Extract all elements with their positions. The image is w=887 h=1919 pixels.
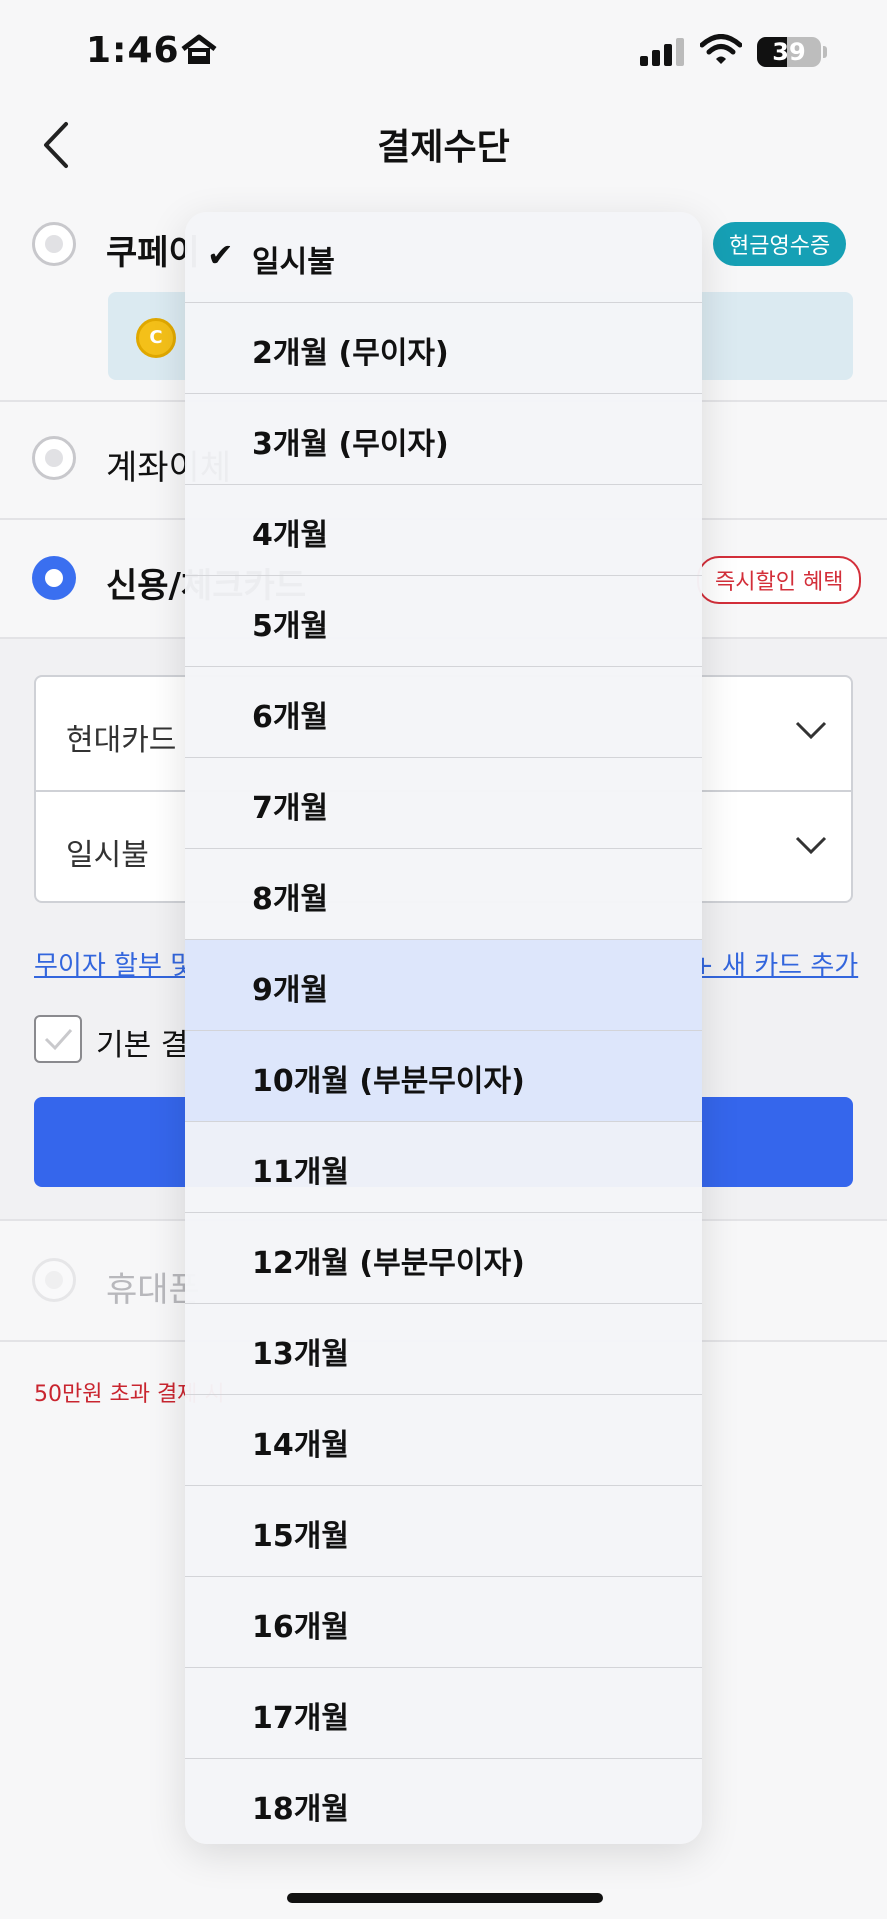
installment-option-label: 18개월	[252, 1792, 349, 1827]
radio-phone[interactable]	[32, 1258, 76, 1302]
installment-option[interactable]: 5개월	[185, 576, 702, 667]
installment-option-label: 6개월	[252, 700, 329, 735]
installment-option-label: 7개월	[252, 791, 329, 826]
installment-dropdown-menu: ✔ 일시불 2개월 (무이자) 3개월 (무이자) 4개월 5개월 6개월 7개월 8개월 9개월…	[185, 212, 702, 1844]
installment-option[interactable]: 9개월	[185, 940, 702, 1031]
installment-option-label: 5개월	[252, 609, 329, 644]
installment-option[interactable]: 14개월	[185, 1395, 702, 1486]
installment-option[interactable]: 16개월	[185, 1577, 702, 1668]
installment-option[interactable]: 6개월	[185, 667, 702, 758]
installment-value: 일시불	[66, 838, 149, 873]
default-payment-checkbox[interactable]	[34, 1015, 82, 1063]
coupay-coin-icon: C	[136, 318, 176, 358]
radio-coupay[interactable]	[32, 222, 76, 266]
chevron-down-icon	[795, 836, 827, 855]
card-company-value: 현대카드	[66, 723, 177, 758]
installment-option-label: 11개월	[252, 1155, 349, 1190]
home-indicator	[287, 1893, 603, 1903]
radio-account[interactable]	[32, 436, 76, 480]
status-bar: 1:46 39	[0, 0, 887, 100]
installment-option[interactable]: 18개월	[185, 1759, 702, 1844]
battery-level: 39	[772, 38, 806, 66]
installment-option[interactable]: 15개월	[185, 1486, 702, 1577]
installment-option-label: 9개월	[252, 973, 329, 1008]
installment-option[interactable]: 3개월 (무이자)	[185, 394, 702, 485]
radio-card[interactable]	[32, 556, 76, 600]
checkmark-icon: ✔	[207, 236, 234, 274]
signal-icon	[640, 38, 684, 66]
installment-option[interactable]: 10개월 (부분무이자)	[185, 1031, 702, 1122]
installment-option-label: 17개월	[252, 1701, 349, 1736]
clock: 1:46	[86, 30, 180, 71]
installment-option[interactable]: 13개월	[185, 1304, 702, 1395]
installment-option-label: 8개월	[252, 882, 329, 917]
installment-option[interactable]: 8개월	[185, 849, 702, 940]
add-card-link[interactable]: + 새 카드 추가	[692, 945, 858, 982]
installment-option-label: 3개월 (무이자)	[252, 427, 449, 462]
wifi-icon	[700, 34, 742, 64]
interest-free-link[interactable]: 무이자 할부 및	[34, 945, 194, 982]
installment-option-label: 12개월 (부분무이자)	[252, 1246, 525, 1281]
installment-option-label: 13개월	[252, 1337, 349, 1372]
battery-icon: 39	[757, 37, 821, 67]
installment-option[interactable]: 4개월	[185, 485, 702, 576]
home-icon	[181, 34, 217, 64]
installment-option-label: 14개월	[252, 1428, 349, 1463]
installment-option[interactable]: 12개월 (부분무이자)	[185, 1213, 702, 1304]
installment-option-label: 일시불	[252, 245, 335, 280]
installment-option[interactable]: 17개월	[185, 1668, 702, 1759]
installment-option[interactable]: 11개월	[185, 1122, 702, 1213]
check-icon	[44, 1029, 73, 1051]
installment-option-label: 16개월	[252, 1610, 349, 1645]
installment-option[interactable]: 2개월 (무이자)	[185, 303, 702, 394]
chevron-down-icon	[795, 721, 827, 740]
installment-option-label: 15개월	[252, 1519, 349, 1554]
installment-option-label: 2개월 (무이자)	[252, 336, 449, 371]
page-title: 결제수단	[377, 127, 510, 168]
installment-option[interactable]: ✔ 일시불	[185, 212, 702, 303]
cash-receipt-badge: 현금영수증	[713, 222, 847, 266]
installment-option-label: 4개월	[252, 518, 329, 553]
instant-discount-badge: 즉시할인 혜택	[697, 556, 862, 604]
installment-option-label: 10개월 (부분무이자)	[252, 1064, 525, 1099]
installment-option[interactable]: 7개월	[185, 758, 702, 849]
